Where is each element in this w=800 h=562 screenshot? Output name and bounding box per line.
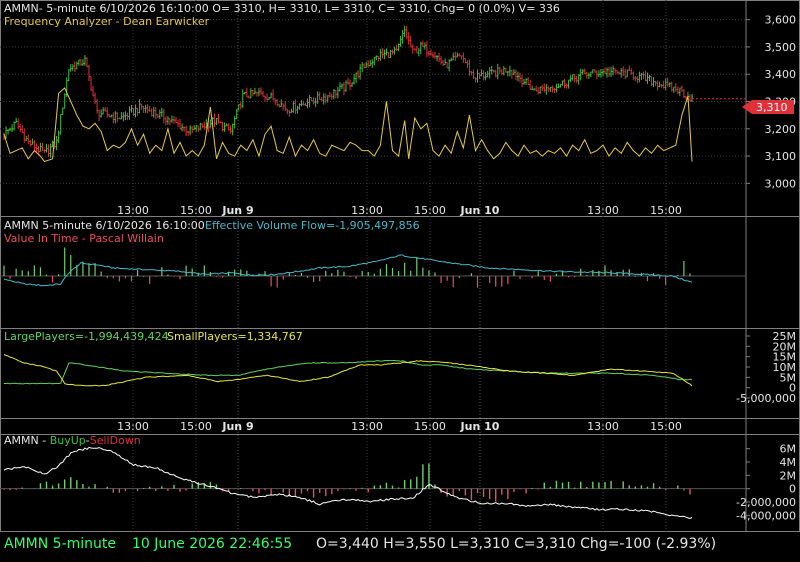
time-tick-label: 13:00 xyxy=(587,204,619,217)
time-tick-label: Jun 10 xyxy=(460,204,500,217)
time-tick-label: 15:00 xyxy=(414,204,446,217)
buyup-tick-label: 0 xyxy=(789,483,796,496)
last-price-label: 3,310 xyxy=(756,101,788,114)
time-tick-label: 13:00 xyxy=(351,420,383,433)
status-date: 10 June 2026 22:46:55 xyxy=(132,536,293,552)
buyup-selldown-axis: -4,000,000-2,000,00002M4M6M xyxy=(736,443,796,523)
time-tick-label: 15:00 xyxy=(414,420,446,433)
outer-border xyxy=(0,0,800,532)
status-bar: AMMN 5-minute 10 June 2026 22:46:55 O=3,… xyxy=(0,532,800,562)
last-price-tag: 3,310 xyxy=(742,100,794,114)
buyup-selldown-title: AMMN - BuyUp-SellDown xyxy=(4,434,141,447)
players-axis: -5,000,00005M10M15M20M25M xyxy=(736,330,796,405)
price-tick-label: 3,200 xyxy=(765,123,797,136)
time-axis-upper: 13:00 15:00 Jun 9 13:00 15:00 Jun 10 13:00 15:0… xyxy=(117,204,682,217)
time-tick-label: Jun 9 xyxy=(221,204,253,217)
time-tick-label: 13:00 xyxy=(117,420,149,433)
time-axis-lower: 13:00 15:00 Jun 9 13:00 15:00 Jun 10 13:00 15:0… xyxy=(117,420,682,433)
time-tick-label: 13:00 xyxy=(117,204,149,217)
price-candles xyxy=(3,25,746,158)
small-players-line xyxy=(3,354,693,387)
panel-frames xyxy=(0,0,800,532)
price-tick-label: 3,000 xyxy=(765,177,797,190)
time-tick-label: 15:00 xyxy=(650,204,682,217)
time-tick-label: 15:00 xyxy=(650,420,682,433)
chart-area: 3,0003,1003,2003,3003,4003,5003,600 3,31… xyxy=(0,0,800,532)
buyup-selldown-bars xyxy=(0,463,746,502)
time-tick-label: 15:00 xyxy=(180,204,212,217)
grid-lines xyxy=(0,0,746,532)
frequency-analyzer-line xyxy=(3,87,693,163)
effective-volume-flow-line xyxy=(3,254,693,287)
price-panel-header: AMMN- 5-minute 6/10/2026 16:10:00 O= 331… xyxy=(4,2,560,15)
buyup-tick-label: -2,000,000 xyxy=(736,496,796,509)
value-in-time-title: Value In Time - Pascal Willain xyxy=(4,232,164,245)
time-tick-label: Jun 10 xyxy=(460,420,500,433)
small-players-title: SmallPlayers=1,334,767 xyxy=(167,330,303,343)
buyup-tick-label: 2M xyxy=(780,469,797,482)
buyup-tick-label: 6M xyxy=(780,443,797,456)
players-tick-label: 25M xyxy=(773,330,797,343)
time-tick-label: Jun 9 xyxy=(221,420,253,433)
large-players-title: LargePlayers=-1,994,439,424 xyxy=(4,330,169,343)
buyup-tick-label: 4M xyxy=(780,456,797,469)
price-tick-label: 3,600 xyxy=(765,14,797,27)
players-tick-label: -5,000,000 xyxy=(736,392,796,405)
price-tick-label: 3,100 xyxy=(765,150,797,163)
frequency-analyzer-title: Frequency Analyzer - Dean Earwicker xyxy=(4,15,210,28)
time-tick-label: 13:00 xyxy=(587,420,619,433)
status-symbol: AMMN 5-minute xyxy=(4,536,116,552)
price-tick-label: 3,400 xyxy=(765,68,797,81)
buyup-selldown-line xyxy=(3,446,693,520)
price-tick-label: 3,500 xyxy=(765,41,797,54)
status-ohlc: O=3,440 H=3,550 L=3,310 C=3,310 Chg=-100… xyxy=(316,536,717,552)
flow-panel-header: AMMN 5-minute 6/10/2026 16:10:00 xyxy=(4,219,205,232)
time-tick-label: 13:00 xyxy=(351,204,383,217)
effective-volume-flow-title: Effective Volume Flow=-1,905,497,856 xyxy=(205,219,420,232)
buyup-tick-label: -4,000,000 xyxy=(736,509,796,522)
time-tick-label: 15:00 xyxy=(180,420,212,433)
